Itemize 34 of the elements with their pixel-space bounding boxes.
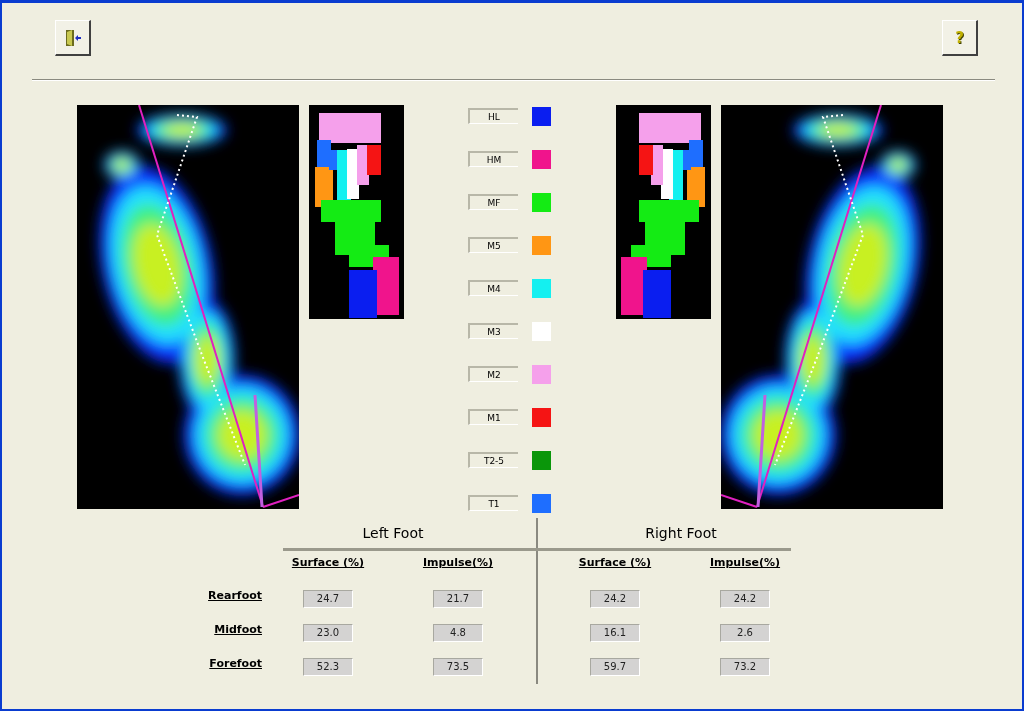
group-heading: Right Foot [644, 524, 718, 543]
value-field: 73.2 [720, 658, 770, 676]
row-label: Rearfoot [207, 588, 262, 604]
value-field: 4.8 [433, 624, 483, 642]
segment-label: T1 [468, 495, 518, 511]
help-button[interactable]: ? [942, 20, 978, 56]
value-field: 23.0 [303, 624, 353, 642]
column-heading: Surface (%) [290, 555, 366, 571]
segment-label: T2-5 [468, 452, 518, 468]
row-label: Forefoot [208, 656, 262, 672]
segment-label: M3 [468, 323, 518, 339]
segment-label: HM [468, 151, 518, 167]
group-heading: Left Foot [361, 524, 425, 543]
segment-label: M1 [468, 409, 518, 425]
exit-button[interactable] [55, 20, 91, 56]
segment-label: MF [468, 194, 518, 210]
value-field: 2.6 [720, 624, 770, 642]
value-field: 21.7 [433, 590, 483, 608]
segment-label: M5 [468, 237, 518, 253]
column-heading: Surface (%) [577, 555, 653, 571]
segment-label: HL [468, 108, 518, 124]
door-arrow-icon [64, 28, 81, 47]
column-heading: Impulse(%) [421, 555, 495, 571]
value-field: 24.2 [590, 590, 640, 608]
segment-label: M2 [468, 366, 518, 382]
value-field: 24.7 [303, 590, 353, 608]
value-field: 73.5 [433, 658, 483, 676]
value-field: 24.2 [720, 590, 770, 608]
column-heading: Impulse(%) [708, 555, 782, 571]
segment-label: M4 [468, 280, 518, 296]
value-field: 52.3 [303, 658, 353, 676]
value-field: 16.1 [590, 624, 640, 642]
row-label: Midfoot [213, 622, 262, 638]
value-field: 59.7 [590, 658, 640, 676]
